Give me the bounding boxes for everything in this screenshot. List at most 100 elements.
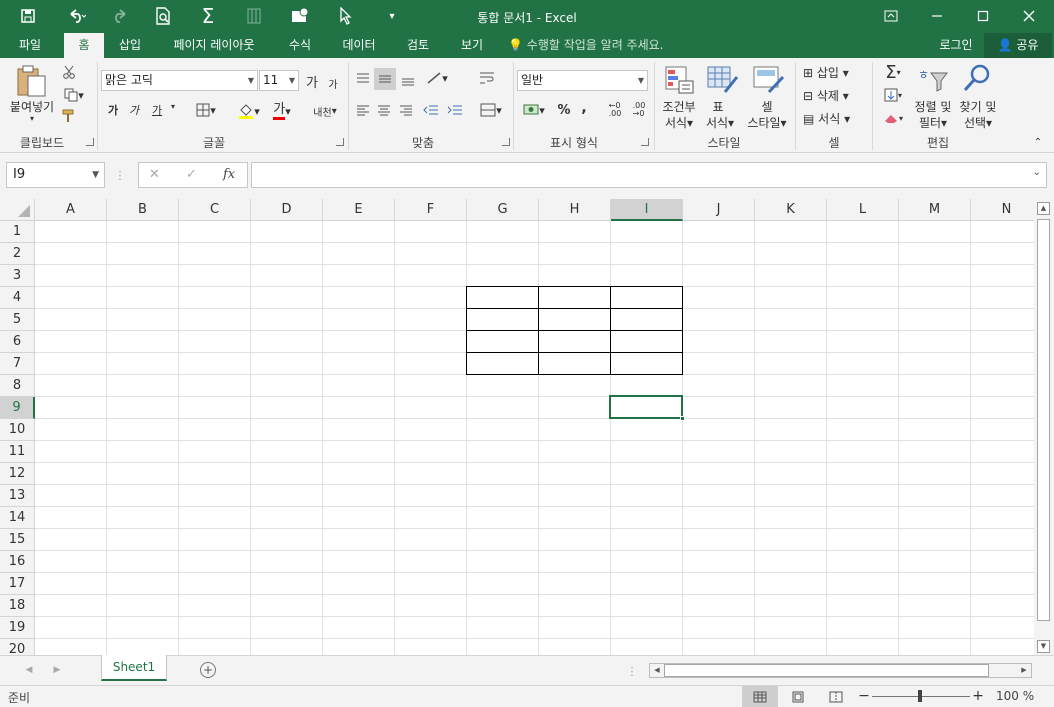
italic-button[interactable]: 가 [125, 100, 143, 120]
clipboard-launcher-icon[interactable] [86, 138, 94, 146]
next-sheet-icon[interactable]: ▶ [50, 663, 64, 677]
accounting-format-icon[interactable]: ▾ [518, 100, 550, 120]
select-all-button[interactable] [0, 199, 35, 221]
bordered-cell-i7[interactable] [610, 352, 683, 375]
underline-button[interactable]: 가 [147, 100, 167, 120]
zoom-slider-thumb[interactable] [918, 690, 922, 702]
alignment-launcher-icon[interactable] [502, 138, 510, 146]
conditional-formatting-button[interactable]: 서식▾ [656, 114, 702, 131]
underline-dropdown-icon[interactable]: ▾ [168, 102, 178, 111]
tab-split-grip-icon[interactable]: ⋮ [627, 663, 638, 679]
align-left-icon[interactable] [353, 100, 373, 120]
column-header-g[interactable]: G [467, 199, 539, 221]
column-header-h[interactable]: H [539, 199, 611, 221]
row-header-10[interactable]: 10 [0, 419, 35, 441]
login-link[interactable]: 로그인 [930, 33, 982, 58]
maximize-icon[interactable] [968, 5, 998, 27]
find-select-label-1[interactable]: 찾기 및 [955, 98, 1001, 115]
fill-handle[interactable] [680, 416, 685, 421]
column-header-e[interactable]: E [323, 199, 395, 221]
column-header-k[interactable]: K [755, 199, 827, 221]
row-header-17[interactable]: 17 [0, 573, 35, 595]
bordered-cell-g5[interactable] [466, 308, 539, 331]
row-header-4[interactable]: 4 [0, 287, 35, 309]
expand-formula-icon[interactable]: ⌄ [1033, 167, 1041, 178]
clear-icon[interactable]: ▾ [878, 108, 908, 128]
page-layout-view-icon[interactable] [788, 689, 808, 705]
format-as-table-label-1[interactable]: 표 [703, 98, 733, 115]
new-sheet-icon[interactable]: + [200, 662, 216, 678]
collapse-ribbon-icon[interactable]: ⌃ [1030, 136, 1046, 148]
bordered-cell-h4[interactable] [538, 286, 611, 309]
bordered-cell-h7[interactable] [538, 352, 611, 375]
column-header-m[interactable]: M [899, 199, 971, 221]
format-as-table-button[interactable]: 서식▾ [700, 114, 740, 131]
scroll-right-icon[interactable]: ▶ [1018, 664, 1030, 677]
tab-insert[interactable]: 삽입 [110, 33, 150, 58]
border-icon[interactable]: ▾ [190, 100, 222, 120]
row-header-7[interactable]: 7 [0, 353, 35, 375]
tab-formulas[interactable]: 수식 [280, 33, 320, 58]
row-header-9[interactable]: 9 [0, 397, 35, 419]
row-header-1[interactable]: 1 [0, 221, 35, 243]
row-header-14[interactable]: 14 [0, 507, 35, 529]
autosum-icon[interactable]: Σ ▾ [878, 62, 908, 83]
sort-filter-icon[interactable]: ㅎ [916, 64, 950, 94]
row-header-19[interactable]: 19 [0, 617, 35, 639]
chevron-down-icon[interactable]: ▼ [92, 163, 99, 187]
insert-function-icon[interactable]: fx [223, 167, 235, 182]
row-header-11[interactable]: 11 [0, 441, 35, 463]
format-painter-icon[interactable] [60, 108, 78, 124]
bordered-cell-h5[interactable] [538, 308, 611, 331]
share-button[interactable]: 👤 공유 [984, 33, 1052, 58]
row-header-18[interactable]: 18 [0, 595, 35, 617]
paste-icon[interactable] [14, 64, 50, 98]
cell-styles-button[interactable]: 스타일▾ [742, 114, 792, 131]
zoom-level[interactable]: 100 % [996, 689, 1034, 703]
bordered-cell-i5[interactable] [610, 308, 683, 331]
paste-button[interactable]: 붙여넣기 [6, 98, 58, 115]
bold-button[interactable]: 가 [104, 100, 122, 120]
row-header-13[interactable]: 13 [0, 485, 35, 507]
bordered-cell-g7[interactable] [466, 352, 539, 375]
normal-view-icon[interactable] [742, 686, 778, 707]
fill-color-icon[interactable]: ▾ [233, 100, 265, 122]
column-header-a[interactable]: A [35, 199, 107, 221]
fill-icon[interactable]: ▾ [878, 85, 908, 105]
wrap-text-icon[interactable] [476, 68, 498, 88]
align-right-icon[interactable] [396, 100, 416, 120]
sort-filter-button[interactable]: 필터▾ [910, 114, 956, 131]
tab-file[interactable]: 파일 [6, 33, 54, 58]
shrink-font-button[interactable]: 가 [324, 73, 342, 93]
copy-icon[interactable]: ▾ [60, 87, 88, 103]
close-icon[interactable] [1014, 5, 1044, 27]
comma-style-button[interactable]: , [576, 98, 592, 118]
find-select-button[interactable]: 선택▾ [955, 114, 1001, 131]
decrease-indent-icon[interactable] [420, 100, 442, 120]
column-header-f[interactable]: F [395, 199, 467, 221]
zoom-in-icon[interactable]: + [972, 688, 984, 704]
number-launcher-icon[interactable] [641, 138, 649, 146]
sort-filter-label-1[interactable]: 정렬 및 [910, 98, 956, 115]
ribbon-display-icon[interactable] [876, 5, 906, 27]
increase-indent-icon[interactable] [444, 100, 466, 120]
tab-review[interactable]: 검토 [398, 33, 438, 58]
page-break-view-icon[interactable] [826, 689, 846, 705]
font-size-select[interactable]: 11 ▼ [259, 70, 299, 91]
orientation-icon[interactable]: ▾ [422, 68, 452, 88]
name-box[interactable]: I9 ▼ [6, 162, 105, 188]
scroll-up-icon[interactable]: ▲ [1037, 202, 1050, 215]
find-select-icon[interactable] [960, 62, 994, 94]
tab-data[interactable]: 데이터 [332, 33, 386, 58]
cell-styles-label-1[interactable]: 셀 [752, 98, 782, 115]
bordered-cell-h6[interactable] [538, 330, 611, 353]
scroll-down-icon[interactable]: ▼ [1037, 640, 1050, 653]
enter-icon[interactable]: ✓ [186, 167, 197, 182]
row-header-8[interactable]: 8 [0, 375, 35, 397]
sheet-tab-sheet1[interactable]: Sheet1 [101, 655, 167, 681]
row-header-15[interactable]: 15 [0, 529, 35, 551]
tab-page-layout[interactable]: 페이지 레이아웃 [164, 33, 264, 58]
column-header-j[interactable]: J [683, 199, 755, 221]
number-format-select[interactable]: 일반 ▼ [517, 70, 648, 91]
zoom-out-icon[interactable]: − [858, 688, 870, 704]
